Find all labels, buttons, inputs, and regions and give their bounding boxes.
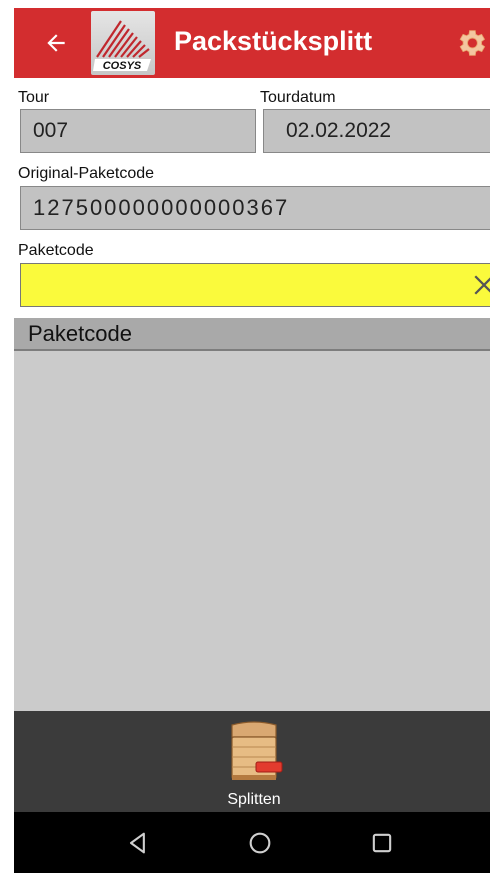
triangle-back-icon	[129, 832, 145, 854]
original-paketcode-label: Original-Paketcode	[18, 165, 155, 182]
split-label: Splitten	[227, 791, 281, 808]
bottom-toolbar: Splitten	[14, 711, 490, 812]
settings-button[interactable]	[454, 26, 488, 60]
app-bar: COSYS Packstücksplitt	[14, 8, 490, 78]
arrow-left-icon	[47, 34, 65, 52]
logo-text: COSYS	[103, 60, 142, 72]
nav-back-button[interactable]	[124, 829, 152, 857]
cosys-logo: COSYS	[91, 11, 155, 75]
split-button[interactable]: Splitten	[214, 715, 294, 811]
square-recents-icon	[372, 833, 392, 853]
crate-remove-icon	[231, 721, 283, 780]
back-button[interactable]	[34, 21, 78, 65]
paketcode-list[interactable]: Paketcode	[14, 318, 490, 711]
nav-recents-button[interactable]	[368, 829, 396, 857]
page-title: Packstücksplitt	[174, 26, 373, 56]
list-header-label: Paketcode	[28, 321, 132, 346]
paketcode-input-container	[20, 263, 490, 307]
gear-icon	[459, 30, 486, 56]
tourdatum-field: 02.02.2022	[263, 109, 490, 153]
tour-label: Tour	[18, 89, 50, 106]
circle-home-icon	[249, 832, 271, 854]
list-header: Paketcode	[14, 318, 490, 351]
screen: COSYS Packstücksplitt Tour Tourdatum 007…	[0, 0, 490, 873]
paketcode-input[interactable]	[21, 264, 453, 306]
nav-home-button[interactable]	[246, 829, 274, 857]
tour-field: 007	[20, 109, 256, 153]
close-icon	[474, 275, 490, 295]
tourdatum-label: Tourdatum	[260, 89, 336, 106]
paketcode-label: Paketcode	[18, 242, 94, 259]
system-nav-bar	[14, 812, 490, 873]
clear-button[interactable]	[469, 270, 490, 300]
original-paketcode-field: 127500000000000367	[20, 186, 490, 230]
